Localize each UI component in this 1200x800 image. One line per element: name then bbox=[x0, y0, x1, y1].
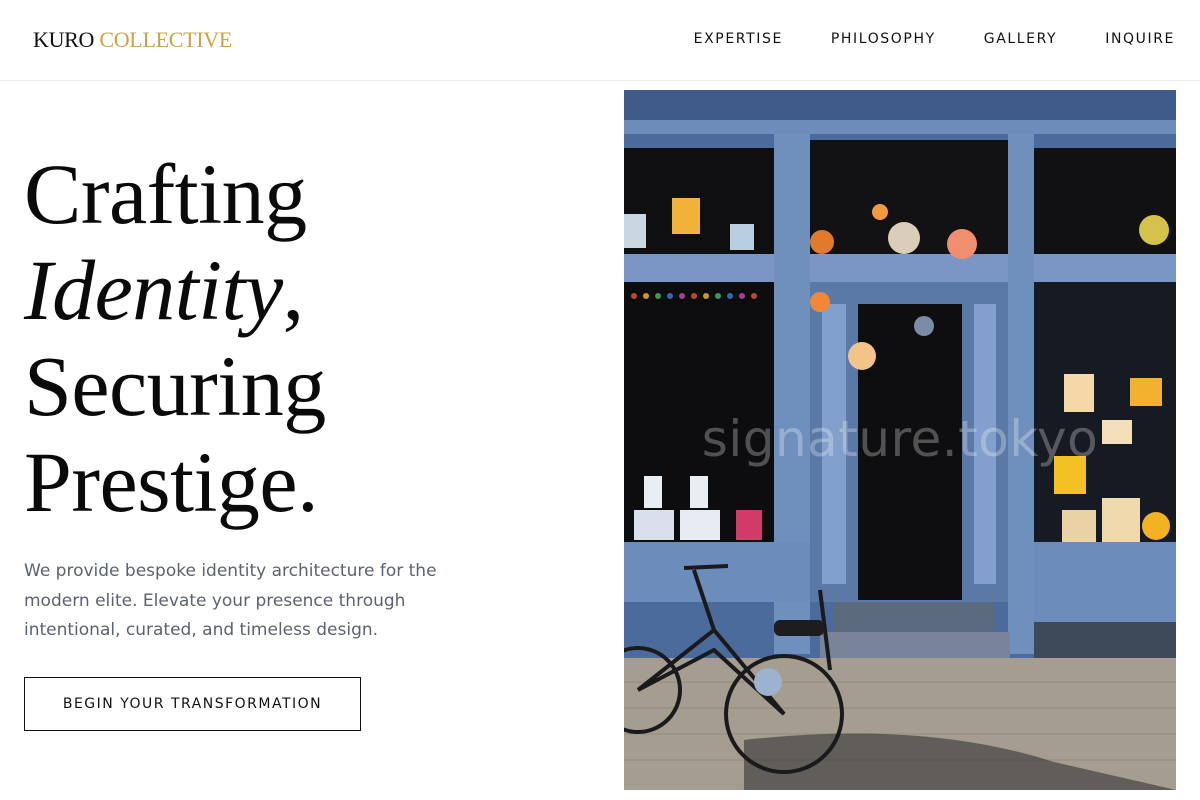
nav-link-philosophy[interactable]: PHILOSOPHY bbox=[831, 30, 936, 48]
begin-transformation-button[interactable]: BEGIN YOUR TRANSFORMATION bbox=[24, 677, 361, 731]
logo-accent: COLLECTIVE bbox=[99, 27, 232, 52]
hero-title-line-3: Securing bbox=[24, 338, 326, 434]
hero-title: Crafting Identity, Securing Prestige. bbox=[24, 146, 326, 530]
nav-link-expertise[interactable]: EXPERTISE bbox=[694, 30, 783, 48]
storefront-photo: signature.tokyo bbox=[624, 90, 1176, 790]
site-header: KURO COLLECTIVE EXPERTISE PHILOSOPHY GAL… bbox=[0, 0, 1200, 81]
logo-primary: KURO bbox=[33, 27, 95, 52]
hero-title-line-2: Identity, bbox=[24, 242, 326, 338]
hero-description: We provide bespoke identity architecture… bbox=[24, 561, 437, 640]
nav-link-gallery[interactable]: GALLERY bbox=[984, 30, 1057, 48]
hero-title-comma: , bbox=[282, 242, 305, 338]
storefront-illustration bbox=[624, 90, 1176, 790]
hero-title-line-4: Prestige. bbox=[24, 434, 319, 530]
hero-title-line-1: Crafting bbox=[24, 146, 307, 242]
hero-title-italic: Identity bbox=[24, 242, 283, 338]
main-nav: EXPERTISE PHILOSOPHY GALLERY INQUIRE bbox=[646, 30, 1175, 48]
brand-logo[interactable]: KURO COLLECTIVE bbox=[33, 27, 232, 53]
nav-link-inquire[interactable]: INQUIRE bbox=[1105, 30, 1175, 48]
